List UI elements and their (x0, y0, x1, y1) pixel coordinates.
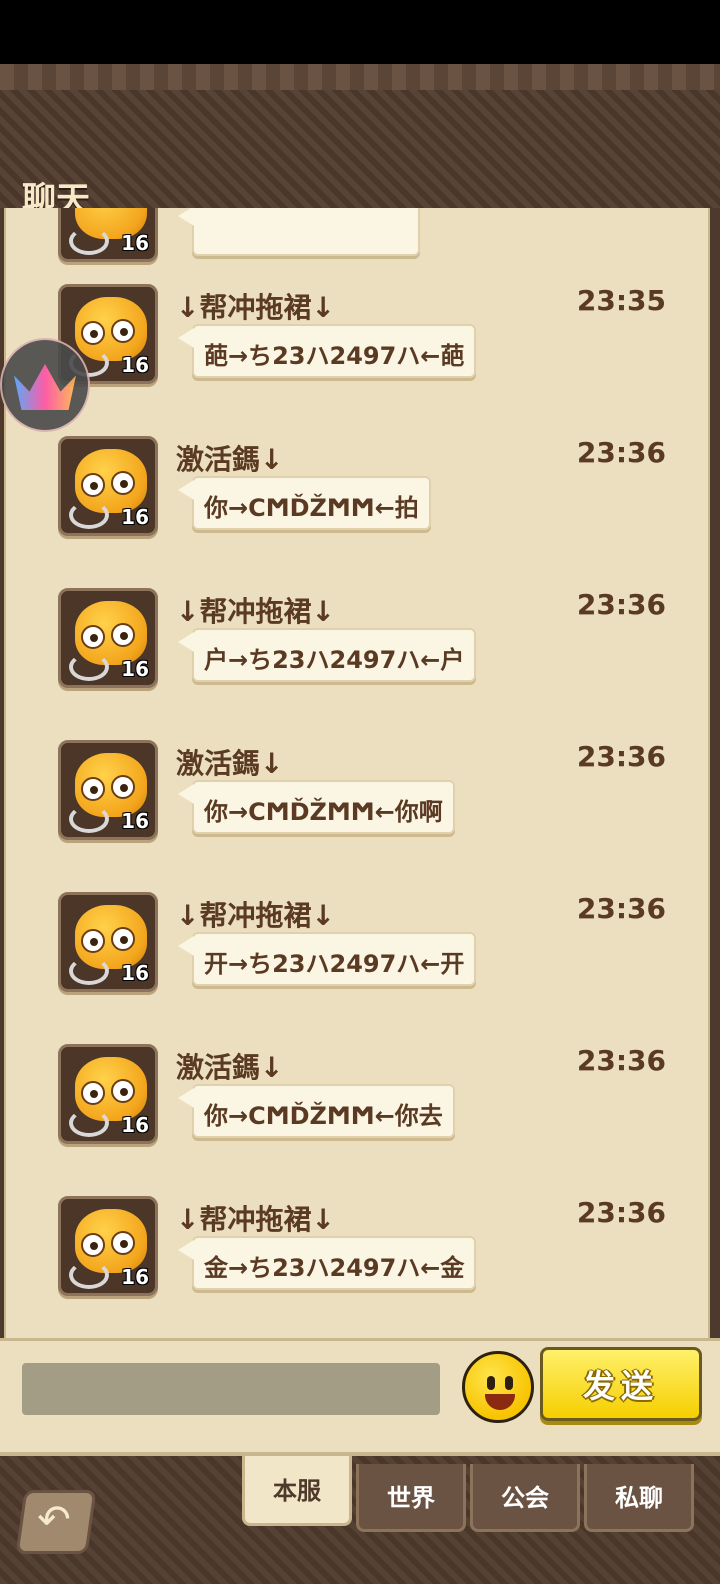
message-time: 23:36 (576, 740, 666, 773)
message-time: 23:36 (576, 892, 666, 925)
avatar-ring (69, 653, 109, 681)
chat-message: 16 ↓帮冲拖裙↓ 23:36 金→ち23ハ2497ハ←金 (6, 1196, 706, 1306)
chat-message: 16 激活鎷↓ 23:36 你→CϺĎŽϺϺ←拍 (6, 436, 706, 546)
avatar-eye (81, 1233, 105, 1257)
avatar-eye (81, 1081, 105, 1105)
message-time: 23:36 (576, 588, 666, 621)
tab-local-server[interactable]: 本服 (242, 1456, 352, 1526)
avatar-ring (69, 501, 109, 529)
message-time: 23:36 (576, 436, 666, 469)
avatar-eye (111, 775, 135, 799)
message-bubble: 你→CϺĎŽϺϺ←你啊 (178, 780, 455, 834)
avatar-eye (111, 471, 135, 495)
tab-private[interactable]: 私聊 (584, 1464, 694, 1532)
send-button[interactable]: 发送 (540, 1347, 702, 1421)
avatar-eye (111, 1231, 135, 1255)
message-sender[interactable]: ↓帮冲拖裙↓ (176, 1198, 335, 1238)
tab-world[interactable]: 世界 (356, 1464, 466, 1532)
emoji-button[interactable] (462, 1351, 534, 1423)
message-sender[interactable]: ↓帮冲拖裙↓ (176, 590, 335, 630)
message-sender[interactable]: ↓帮冲拖裙↓ (176, 894, 335, 934)
message-time: 23:36 (576, 1044, 666, 1077)
avatar[interactable]: 16 (58, 892, 158, 992)
avatar-level: 16 (121, 505, 149, 529)
message-bubble (178, 208, 420, 256)
avatar-level: 16 (121, 961, 149, 985)
message-bubble: 开→ち23ハ2497ハ←开 (177, 932, 477, 986)
avatar-eye (81, 777, 105, 801)
avatar-eye (111, 623, 135, 647)
chat-area: 16 16 ↓帮冲拖裙↓ 23:35 葩→ち23ハ2497ハ←葩 16 激活鎷↓… (0, 208, 720, 1338)
message-bubble: 葩→ち23ハ2497ハ←葩 (177, 324, 477, 378)
header: 聊天 (0, 64, 720, 220)
avatar-eye (111, 1079, 135, 1103)
back-button[interactable]: ↶ (15, 1490, 97, 1554)
avatar[interactable]: 16 (58, 1196, 158, 1296)
avatar[interactable]: 16 (58, 740, 158, 840)
avatar-ring (69, 805, 109, 833)
chat-list[interactable]: 16 16 ↓帮冲拖裙↓ 23:35 葩→ち23ハ2497ハ←葩 16 激活鎷↓… (4, 208, 710, 1338)
status-bar (0, 0, 720, 64)
avatar-level: 16 (121, 809, 149, 833)
smiley-icon-mouth (485, 1394, 515, 1410)
avatar-eye (111, 319, 135, 343)
avatar-eye (111, 927, 135, 951)
chat-message: 16 ↓帮冲拖裙↓ 23:35 葩→ち23ハ2497ハ←葩 (6, 284, 706, 394)
avatar[interactable]: 16 (58, 588, 158, 688)
bottom-bar: ↶ 本服 世界 公会 私聊 (0, 1456, 720, 1584)
chat-message-partial: 16 (6, 208, 706, 272)
message-time: 23:35 (576, 284, 666, 317)
chat-message: 16 ↓帮冲拖裙↓ 23:36 开→ち23ハ2497ハ←开 (6, 892, 706, 1002)
message-bubble: 户→ち23ハ2497ハ←户 (177, 628, 477, 682)
message-bubble: 你→CϺĎŽϺϺ←你去 (178, 1084, 455, 1138)
avatar-ring (69, 1109, 109, 1137)
message-time: 23:36 (576, 1196, 666, 1229)
message-sender[interactable]: 激活鎷↓ (176, 438, 283, 478)
avatar-level: 16 (121, 353, 149, 377)
avatar-ring (69, 1261, 109, 1289)
message-sender[interactable]: 激活鎷↓ (176, 1046, 283, 1086)
avatar-level: 16 (121, 1265, 149, 1289)
avatar-eye (81, 473, 105, 497)
avatar-ring (69, 957, 109, 985)
tab-guild[interactable]: 公会 (470, 1464, 580, 1532)
avatar[interactable]: 16 (58, 208, 158, 262)
avatar-eye (81, 625, 105, 649)
smiley-icon-eye (505, 1376, 513, 1390)
chat-message: 16 激活鎷↓ 23:36 你→CϺĎŽϺϺ←你啊 (6, 740, 706, 850)
avatar-eye (81, 929, 105, 953)
header-pattern (0, 64, 720, 90)
input-bar: 发送 (0, 1338, 720, 1456)
chat-message: 16 ↓帮冲拖裙↓ 23:36 户→ち23ハ2497ハ←户 (6, 588, 706, 698)
chat-message: 16 激活鎷↓ 23:36 你→CϺĎŽϺϺ←你去 (6, 1044, 706, 1154)
avatar-ring (69, 227, 109, 255)
message-bubble: 你→CϺĎŽϺϺ←拍 (178, 476, 431, 530)
avatar-level: 16 (121, 657, 149, 681)
message-bubble: 金→ち23ハ2497ハ←金 (177, 1236, 477, 1290)
avatar-eye (81, 321, 105, 345)
chat-input[interactable] (22, 1363, 440, 1415)
floating-crown-button[interactable] (0, 338, 90, 432)
message-sender[interactable]: 激活鎷↓ (176, 742, 283, 782)
avatar[interactable]: 16 (58, 1044, 158, 1144)
crown-icon (14, 364, 76, 410)
message-sender[interactable]: ↓帮冲拖裙↓ (176, 286, 335, 326)
smiley-icon-eye (487, 1376, 495, 1390)
avatar-level: 16 (121, 1113, 149, 1137)
avatar[interactable]: 16 (58, 436, 158, 536)
back-arrow-icon: ↶ (37, 1497, 71, 1543)
avatar-level: 16 (121, 231, 149, 255)
